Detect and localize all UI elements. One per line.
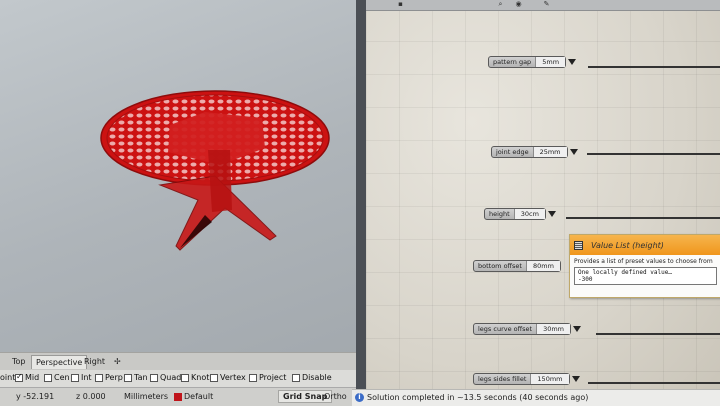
z-coordinate: z 0.000 <box>76 392 106 401</box>
plus-icon[interactable]: ✢ <box>110 355 125 368</box>
gh-toolbar: ▪ ⌕ ◉ ✎ <box>366 0 720 11</box>
pen-icon[interactable]: ✎ <box>542 0 551 9</box>
info-icon: i <box>355 393 364 402</box>
slider-label: joint edge <box>496 148 529 156</box>
osnap-point[interactable]: oint <box>0 373 15 382</box>
wire <box>588 382 720 384</box>
solution-status-message: Solution completed in ~13.5 seconds (40 … <box>367 393 589 402</box>
checkbox-icon[interactable] <box>249 373 257 382</box>
slider-height[interactable]: height 30cm <box>484 208 558 220</box>
osnap-knot[interactable]: Knot <box>181 373 209 382</box>
tab-perspective[interactable]: Perspective <box>31 355 88 369</box>
osnap-project[interactable]: Project <box>249 373 286 382</box>
grasshopper-canvas[interactable]: ▪ ⌕ ◉ ✎ pattern gap 5mm joint edge 25mm … <box>366 0 720 405</box>
slider-value[interactable]: 80mm <box>525 261 560 271</box>
ortho-button[interactable]: Ortho <box>324 392 347 401</box>
layer-color-swatch <box>174 392 182 401</box>
slider-grip-icon[interactable] <box>571 376 580 382</box>
tooltip-code-line: -300 <box>578 276 593 283</box>
slider-label: pattern gap <box>493 58 532 66</box>
osnap-perp[interactable]: Perp <box>95 373 123 382</box>
slider-label: height <box>489 210 510 218</box>
y-coordinate: y -52.191 <box>16 392 55 401</box>
slider-legs-sides-fillet[interactable]: legs sides fillet 150mm <box>473 373 582 385</box>
osnap-cen[interactable]: Cen <box>44 373 70 382</box>
tooltip-title: Value List (height) <box>591 240 664 250</box>
checkbox-icon[interactable] <box>150 373 158 382</box>
checkbox-icon[interactable] <box>15 372 23 382</box>
checkbox-icon[interactable] <box>181 373 189 382</box>
rhino-statusbar: y -52.191 z 0.000 Millimeters Default Gr… <box>0 387 356 406</box>
slider-value[interactable]: 30mm <box>536 324 570 334</box>
rhino-viewport[interactable] <box>0 0 356 356</box>
slider-grip-icon[interactable] <box>568 59 577 65</box>
osnap-bar: oint Mid Cen Int Perp Tan Quad Knot Vert… <box>0 370 356 387</box>
value-list-tooltip: Value List (height) Provides a list of p… <box>569 234 720 298</box>
checkbox-icon[interactable] <box>210 373 218 382</box>
slider-value[interactable]: 5mm <box>535 57 566 67</box>
table-model-render <box>100 90 330 251</box>
slider-grip-icon[interactable] <box>569 149 578 155</box>
slider-grip-icon[interactable] <box>573 326 581 332</box>
osnap-quad[interactable]: Quad <box>150 373 181 382</box>
tooltip-code-line: One locally defined value… <box>578 269 672 276</box>
osnap-mid[interactable]: Mid <box>15 372 39 382</box>
osnap-vertex[interactable]: Vertex <box>210 373 246 382</box>
slider-value[interactable]: 30cm <box>513 209 545 219</box>
osnap-int[interactable]: Int <box>71 373 92 382</box>
wire <box>596 333 720 335</box>
osnap-tan[interactable]: Tan <box>124 373 148 382</box>
slider-label: bottom offset <box>478 262 522 270</box>
wire <box>588 66 720 68</box>
value-list-icon <box>574 240 583 250</box>
slider-value[interactable]: 25mm <box>532 147 567 157</box>
slider-bottom-offset[interactable]: bottom offset 80mm <box>473 260 561 272</box>
slider-pattern-gap[interactable]: pattern gap 5mm <box>488 56 578 68</box>
checkbox-icon[interactable] <box>95 373 103 382</box>
checkbox-icon[interactable] <box>44 373 52 382</box>
zoom-icon[interactable]: ⌕ <box>496 0 505 9</box>
tab-right[interactable]: Right <box>80 355 109 368</box>
checkbox-icon[interactable] <box>292 373 300 382</box>
layer-indicator[interactable]: Default <box>174 392 213 401</box>
tooltip-description: Provides a list of preset values to choo… <box>574 258 713 265</box>
slider-legs-curve-offset[interactable]: legs curve offset 30mm <box>473 323 583 335</box>
slider-label: legs sides fillet <box>478 375 527 383</box>
tab-top[interactable]: Top <box>8 355 30 368</box>
slider-value[interactable]: 150mm <box>530 374 569 384</box>
checkbox-icon[interactable] <box>71 373 79 382</box>
slider-grip-icon[interactable] <box>547 211 556 217</box>
slider-label: legs curve offset <box>478 325 533 333</box>
units-label[interactable]: Millimeters <box>124 392 168 401</box>
tooltip-header: Value List (height) <box>570 235 720 255</box>
checkbox-icon[interactable] <box>124 373 132 382</box>
wire <box>587 153 720 155</box>
preview-eye-icon[interactable]: ◉ <box>514 0 523 9</box>
osnap-disable[interactable]: Disable <box>292 373 332 382</box>
viewport-tabs: Top Perspective Right ✢ <box>0 352 356 370</box>
slider-joint-edge[interactable]: joint edge 25mm <box>491 146 580 158</box>
gh-statusbar: i Solution completed in ~13.5 seconds (4… <box>352 389 720 406</box>
save-icon[interactable]: ▪ <box>396 0 405 9</box>
wire <box>566 217 720 219</box>
tooltip-code-box: One locally defined value… -300 <box>574 267 717 285</box>
pane-divider <box>356 0 366 405</box>
